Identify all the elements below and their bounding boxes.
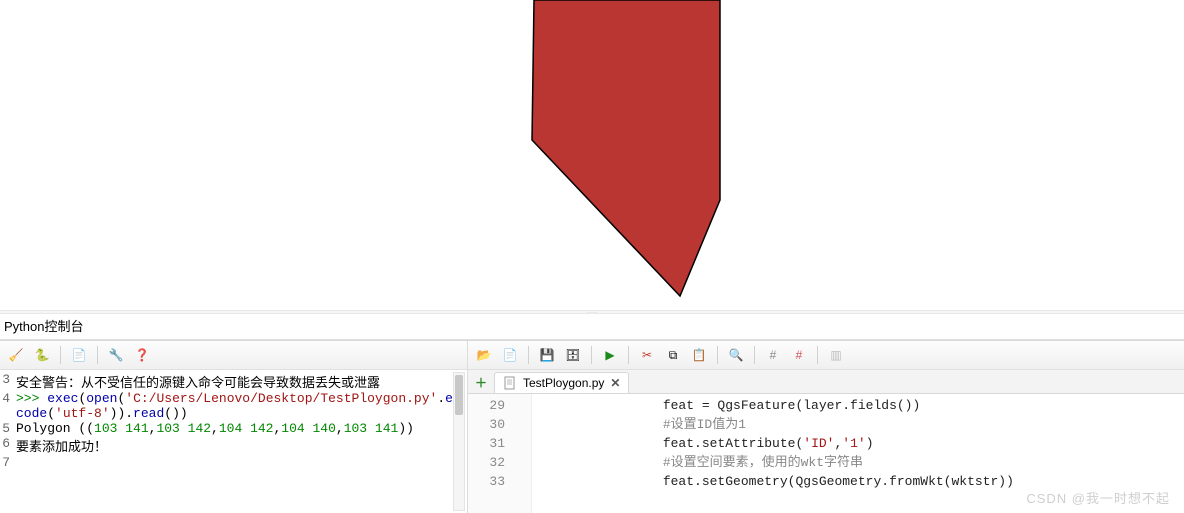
new-file-icon[interactable]: 📄 — [500, 345, 520, 365]
console-output[interactable]: 3安全警告：从不受信任的源键入命令可能会导致数据丢失或泄露4>>> exec(o… — [0, 370, 467, 513]
paste-icon[interactable]: 📋 — [689, 345, 709, 365]
uncomment-icon[interactable]: # — [789, 345, 809, 365]
code-line-number: 32 — [470, 453, 505, 472]
python-console-title: Python控制台 — [0, 314, 1184, 340]
code-editor[interactable]: 2930313233 feat = QgsFeature(layer.field… — [468, 394, 1184, 513]
console-line-text: 安全警告：从不受信任的源键入命令可能会导致数据丢失或泄露 — [14, 372, 467, 391]
python-icon[interactable]: 🐍 — [32, 345, 52, 365]
code-line: feat.setGeometry(QgsGeometry.fromWkt(wkt… — [538, 472, 1178, 491]
polygon-feature — [532, 0, 720, 296]
comment-icon[interactable]: # — [763, 345, 783, 365]
find-icon[interactable]: 🔍 — [726, 345, 746, 365]
toolbar-separator — [97, 346, 98, 364]
help-icon[interactable]: ❓ — [132, 345, 152, 365]
code-line: #设置空间要素，使用的wkt字符串 — [538, 453, 1178, 472]
toolbar-separator — [528, 346, 529, 364]
console-line: 5Polygon ((103 141,103 142,104 142,104 1… — [0, 421, 467, 436]
console-line-number: 3 — [0, 372, 14, 391]
clear-icon[interactable]: 🧹 — [6, 345, 26, 365]
console-line-text: 要素添加成功！ — [14, 436, 467, 455]
save-as-icon[interactable]: 🗄 — [563, 345, 583, 365]
toolbar-separator — [754, 346, 755, 364]
console-line-number: 6 — [0, 436, 14, 455]
file-icon — [503, 376, 517, 390]
file-tab[interactable]: TestPloygon.py ✕ — [494, 372, 629, 393]
console-line-number: 7 — [0, 455, 14, 470]
toolbar-separator — [628, 346, 629, 364]
console-line-text: >>> exec(open('C:/Users/Lenovo/Desktop/T… — [14, 391, 467, 421]
code-line-number: 30 — [470, 415, 505, 434]
object-inspector-icon[interactable]: ▥ — [826, 345, 846, 365]
show-editor-icon[interactable]: 📄 — [69, 345, 89, 365]
run-icon[interactable]: ▶ — [600, 345, 620, 365]
code-line-number: 31 — [470, 434, 505, 453]
code-line: #设置ID值为1 — [538, 415, 1178, 434]
toolbar-separator — [717, 346, 718, 364]
close-tab-button[interactable]: ✕ — [610, 376, 620, 390]
copy-icon[interactable]: ⧉ — [663, 345, 683, 365]
console-line: 6要素添加成功！ — [0, 436, 467, 455]
file-tab-label: TestPloygon.py — [523, 376, 604, 390]
code-line-number: 29 — [470, 396, 505, 415]
code-line: feat.setAttribute('ID','1') — [538, 434, 1178, 453]
add-tab-button[interactable]: ＋ — [472, 374, 490, 392]
save-icon[interactable]: 💾 — [537, 345, 557, 365]
toolbar-separator — [60, 346, 61, 364]
console-line: 4>>> exec(open('C:/Users/Lenovo/Desktop/… — [0, 391, 467, 421]
console-line-text — [14, 455, 467, 470]
code-line-number: 33 — [470, 472, 505, 491]
code-line: feat = QgsFeature(layer.fields()) — [538, 396, 1178, 415]
map-canvas[interactable] — [0, 0, 1184, 310]
console-line: 7 — [0, 455, 467, 470]
settings-icon[interactable]: 🔧 — [106, 345, 126, 365]
toolbar-separator — [591, 346, 592, 364]
cut-icon[interactable]: ✂ — [637, 345, 657, 365]
toolbar-separator — [817, 346, 818, 364]
console-line-text: Polygon ((103 141,103 142,104 142,104 14… — [14, 421, 467, 436]
console-line-number: 4 — [0, 391, 14, 421]
console-line: 3安全警告：从不受信任的源键入命令可能会导致数据丢失或泄露 — [0, 372, 467, 391]
open-icon[interactable]: 📂 — [474, 345, 494, 365]
console-line-number: 5 — [0, 421, 14, 436]
console-toolbar: 🧹 🐍 📄 🔧 ❓ — [0, 341, 467, 370]
editor-toolbar: 📂 📄 💾 🗄 ▶ ✂ ⧉ 📋 🔍 # # ▥ — [468, 341, 1184, 370]
console-scrollbar[interactable] — [453, 372, 465, 511]
